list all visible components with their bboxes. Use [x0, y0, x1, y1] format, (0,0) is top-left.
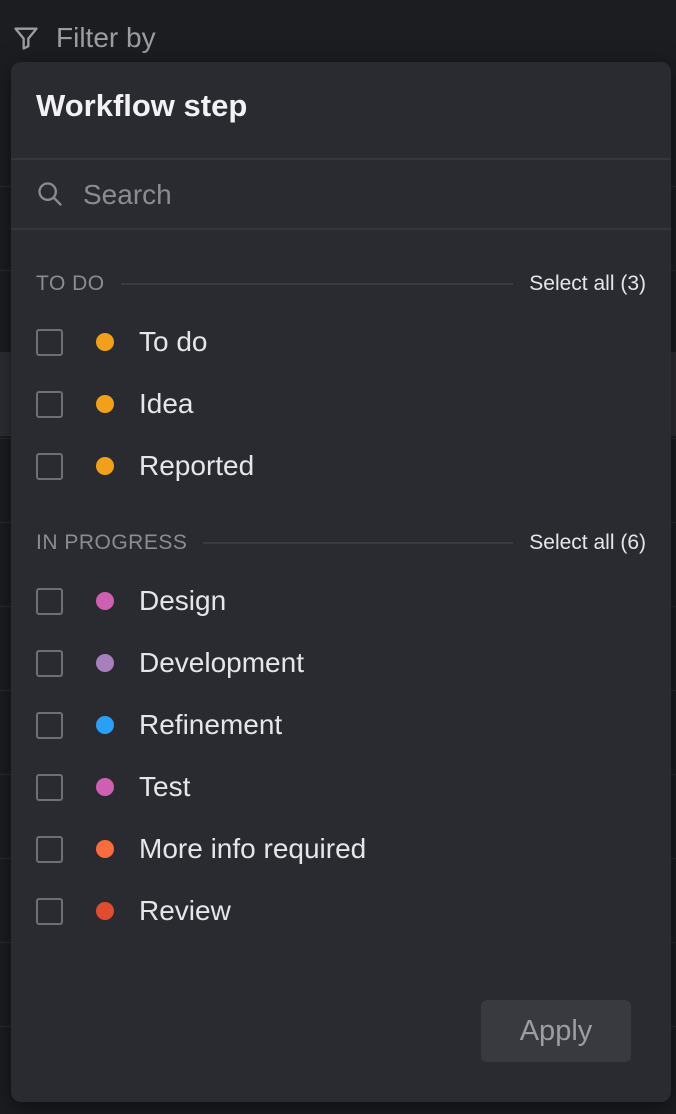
checkbox[interactable] — [36, 649, 63, 677]
status-dot — [96, 592, 114, 610]
option-review[interactable]: Review — [36, 891, 646, 931]
search-icon — [36, 180, 64, 213]
popover-title: Workflow step — [36, 88, 248, 123]
filter-by-label: Filter by — [56, 22, 156, 53]
option-label: More info required — [139, 833, 367, 864]
status-dot — [96, 333, 114, 351]
status-dot — [96, 395, 114, 413]
checkbox[interactable] — [36, 328, 63, 356]
option-reported[interactable]: Reported — [36, 446, 646, 486]
option-label: Refinement — [139, 709, 283, 740]
option-label: To do — [139, 326, 208, 357]
select-all-in-progress-button[interactable]: Select all (6) — [529, 531, 646, 555]
status-dot — [96, 902, 114, 920]
search-input[interactable] — [81, 170, 645, 220]
status-dot — [96, 716, 114, 734]
option-label: Development — [139, 647, 304, 678]
checkbox[interactable] — [36, 773, 63, 801]
status-dot — [96, 654, 114, 672]
search-row — [11, 160, 671, 228]
checkbox[interactable] — [36, 897, 63, 925]
checkbox[interactable] — [36, 711, 63, 739]
option-refinement[interactable]: Refinement — [36, 705, 646, 745]
checkbox[interactable] — [36, 452, 63, 480]
checkbox[interactable] — [36, 587, 63, 615]
option-label: Reported — [139, 450, 255, 481]
checkbox[interactable] — [36, 835, 63, 863]
search-divider — [11, 228, 671, 230]
workflow-step-filter-popover: Workflow step TO DO Select all (3) To do — [11, 62, 671, 1102]
status-dot — [96, 778, 114, 796]
section-divider-line — [203, 542, 514, 544]
option-idea[interactable]: Idea — [36, 384, 646, 424]
section-header-to-do: TO DO Select all (3) — [36, 269, 646, 299]
section-header-in-progress: IN PROGRESS Select all (6) — [36, 528, 646, 558]
status-dot — [96, 457, 114, 475]
option-to-do[interactable]: To do — [36, 322, 646, 362]
option-design[interactable]: Design — [36, 581, 646, 621]
section-label: IN PROGRESS — [36, 531, 188, 554]
option-test[interactable]: Test — [36, 767, 646, 807]
section-divider-line — [120, 283, 514, 285]
page: Filter by Workflow step TO DO Select all… — [0, 0, 676, 1114]
checkbox[interactable] — [36, 390, 63, 418]
option-label: Design — [139, 585, 227, 616]
option-label: Idea — [139, 388, 194, 419]
option-more-info-required[interactable]: More info required — [36, 829, 646, 869]
status-dot — [96, 840, 114, 858]
filter-by-button[interactable]: Filter by — [12, 18, 156, 58]
option-label: Test — [139, 771, 191, 802]
select-all-to-do-button[interactable]: Select all (3) — [529, 272, 646, 296]
option-label: Review — [139, 895, 231, 926]
option-development[interactable]: Development — [36, 643, 646, 683]
apply-button[interactable]: Apply — [481, 1000, 631, 1062]
section-label: TO DO — [36, 272, 105, 295]
filter-icon — [12, 24, 40, 52]
